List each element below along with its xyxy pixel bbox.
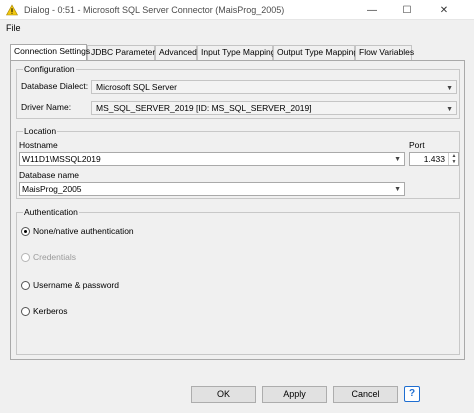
location-group: Location Hostname Port W11D1\MSSQL2019 ▼… bbox=[16, 126, 460, 199]
dbname-value: MaisProg_2005 bbox=[22, 184, 82, 194]
tab-jdbc-parameters[interactable]: JDBC Parameters bbox=[87, 45, 160, 60]
cancel-button[interactable]: Cancel bbox=[333, 386, 398, 403]
radio-label: Kerberos bbox=[33, 306, 68, 316]
radio-kerberos[interactable]: Kerberos bbox=[21, 306, 68, 316]
help-button[interactable]: ? bbox=[404, 386, 420, 402]
radio-label: Credentials bbox=[33, 252, 76, 262]
window-title: Dialog - 0:51 - Microsoft SQL Server Con… bbox=[24, 5, 285, 15]
minimize-button[interactable]: — bbox=[357, 0, 387, 20]
dbname-label: Database name bbox=[19, 170, 80, 180]
port-value: 1.433 bbox=[423, 154, 445, 164]
tab-input-type-mapping[interactable]: Input Type Mapping bbox=[197, 45, 276, 60]
radio-label: None/native authentication bbox=[33, 226, 134, 236]
close-button[interactable]: ✕ bbox=[429, 0, 459, 20]
radio-unchecked-icon bbox=[21, 280, 30, 290]
chevron-down-icon: ▼ bbox=[446, 106, 453, 113]
ok-button[interactable]: OK bbox=[191, 386, 256, 403]
configuration-title: Configuration bbox=[23, 64, 76, 74]
authentication-group: Authentication None/native authenticatio… bbox=[16, 207, 460, 355]
radio-unchecked-icon bbox=[21, 306, 30, 316]
authentication-title: Authentication bbox=[23, 207, 79, 217]
apply-button[interactable]: Apply bbox=[262, 386, 327, 403]
close-icon: ✕ bbox=[439, 4, 449, 16]
warning-triangle-icon bbox=[6, 4, 18, 16]
maximize-icon: ☐ bbox=[402, 4, 412, 16]
dialect-select[interactable]: Microsoft SQL Server ▼ bbox=[91, 80, 457, 94]
title-bar: Dialog - 0:51 - Microsoft SQL Server Con… bbox=[0, 0, 474, 20]
radio-unchecked-icon bbox=[21, 252, 30, 262]
hostname-input[interactable]: W11D1\MSSQL2019 ▼ bbox=[19, 152, 405, 166]
driver-label: Driver Name: bbox=[21, 102, 72, 112]
tab-output-type-mapping[interactable]: Output Type Mapping bbox=[273, 45, 358, 60]
driver-value: MS_SQL_SERVER_2019 [ID: MS_SQL_SERVER_20… bbox=[96, 103, 312, 113]
radio-username-password[interactable]: Username & password bbox=[21, 280, 119, 290]
minimize-icon: — bbox=[367, 4, 377, 16]
location-title: Location bbox=[23, 126, 58, 136]
stepper-down-icon[interactable]: ▼ bbox=[450, 159, 458, 165]
maximize-button[interactable]: ☐ bbox=[392, 0, 422, 20]
dbname-input[interactable]: MaisProg_2005 ▼ bbox=[19, 182, 405, 196]
chevron-down-icon: ▼ bbox=[446, 85, 453, 92]
dialect-value: Microsoft SQL Server bbox=[96, 82, 177, 92]
hostname-value: W11D1\MSSQL2019 bbox=[22, 154, 101, 164]
driver-select[interactable]: MS_SQL_SERVER_2019 [ID: MS_SQL_SERVER_20… bbox=[91, 101, 457, 115]
hostname-label: Hostname bbox=[19, 140, 58, 150]
menu-file[interactable]: File bbox=[6, 23, 21, 33]
radio-checked-icon bbox=[21, 226, 30, 236]
menu-bar: File bbox=[0, 20, 474, 36]
tab-connection-settings[interactable]: Connection Settings bbox=[10, 44, 90, 60]
configuration-group: Configuration Database Dialect: Microsof… bbox=[16, 64, 460, 119]
port-stepper-buttons: ▲ ▼ bbox=[448, 153, 458, 165]
connection-settings-panel: Configuration Database Dialect: Microsof… bbox=[10, 60, 465, 360]
radio-none-native[interactable]: None/native authentication bbox=[21, 226, 134, 236]
help-icon: ? bbox=[408, 388, 416, 399]
chevron-down-icon: ▼ bbox=[394, 156, 401, 163]
tab-advanced[interactable]: Advanced bbox=[155, 45, 197, 60]
dialect-label: Database Dialect: bbox=[21, 81, 89, 91]
tab-flow-variables[interactable]: Flow Variables bbox=[355, 45, 414, 60]
radio-label: Username & password bbox=[33, 280, 119, 290]
port-label: Port bbox=[409, 140, 425, 150]
chevron-down-icon: ▼ bbox=[394, 186, 401, 193]
port-stepper[interactable]: 1.433 ▲ ▼ bbox=[409, 152, 459, 166]
radio-credentials[interactable]: Credentials bbox=[21, 252, 76, 262]
